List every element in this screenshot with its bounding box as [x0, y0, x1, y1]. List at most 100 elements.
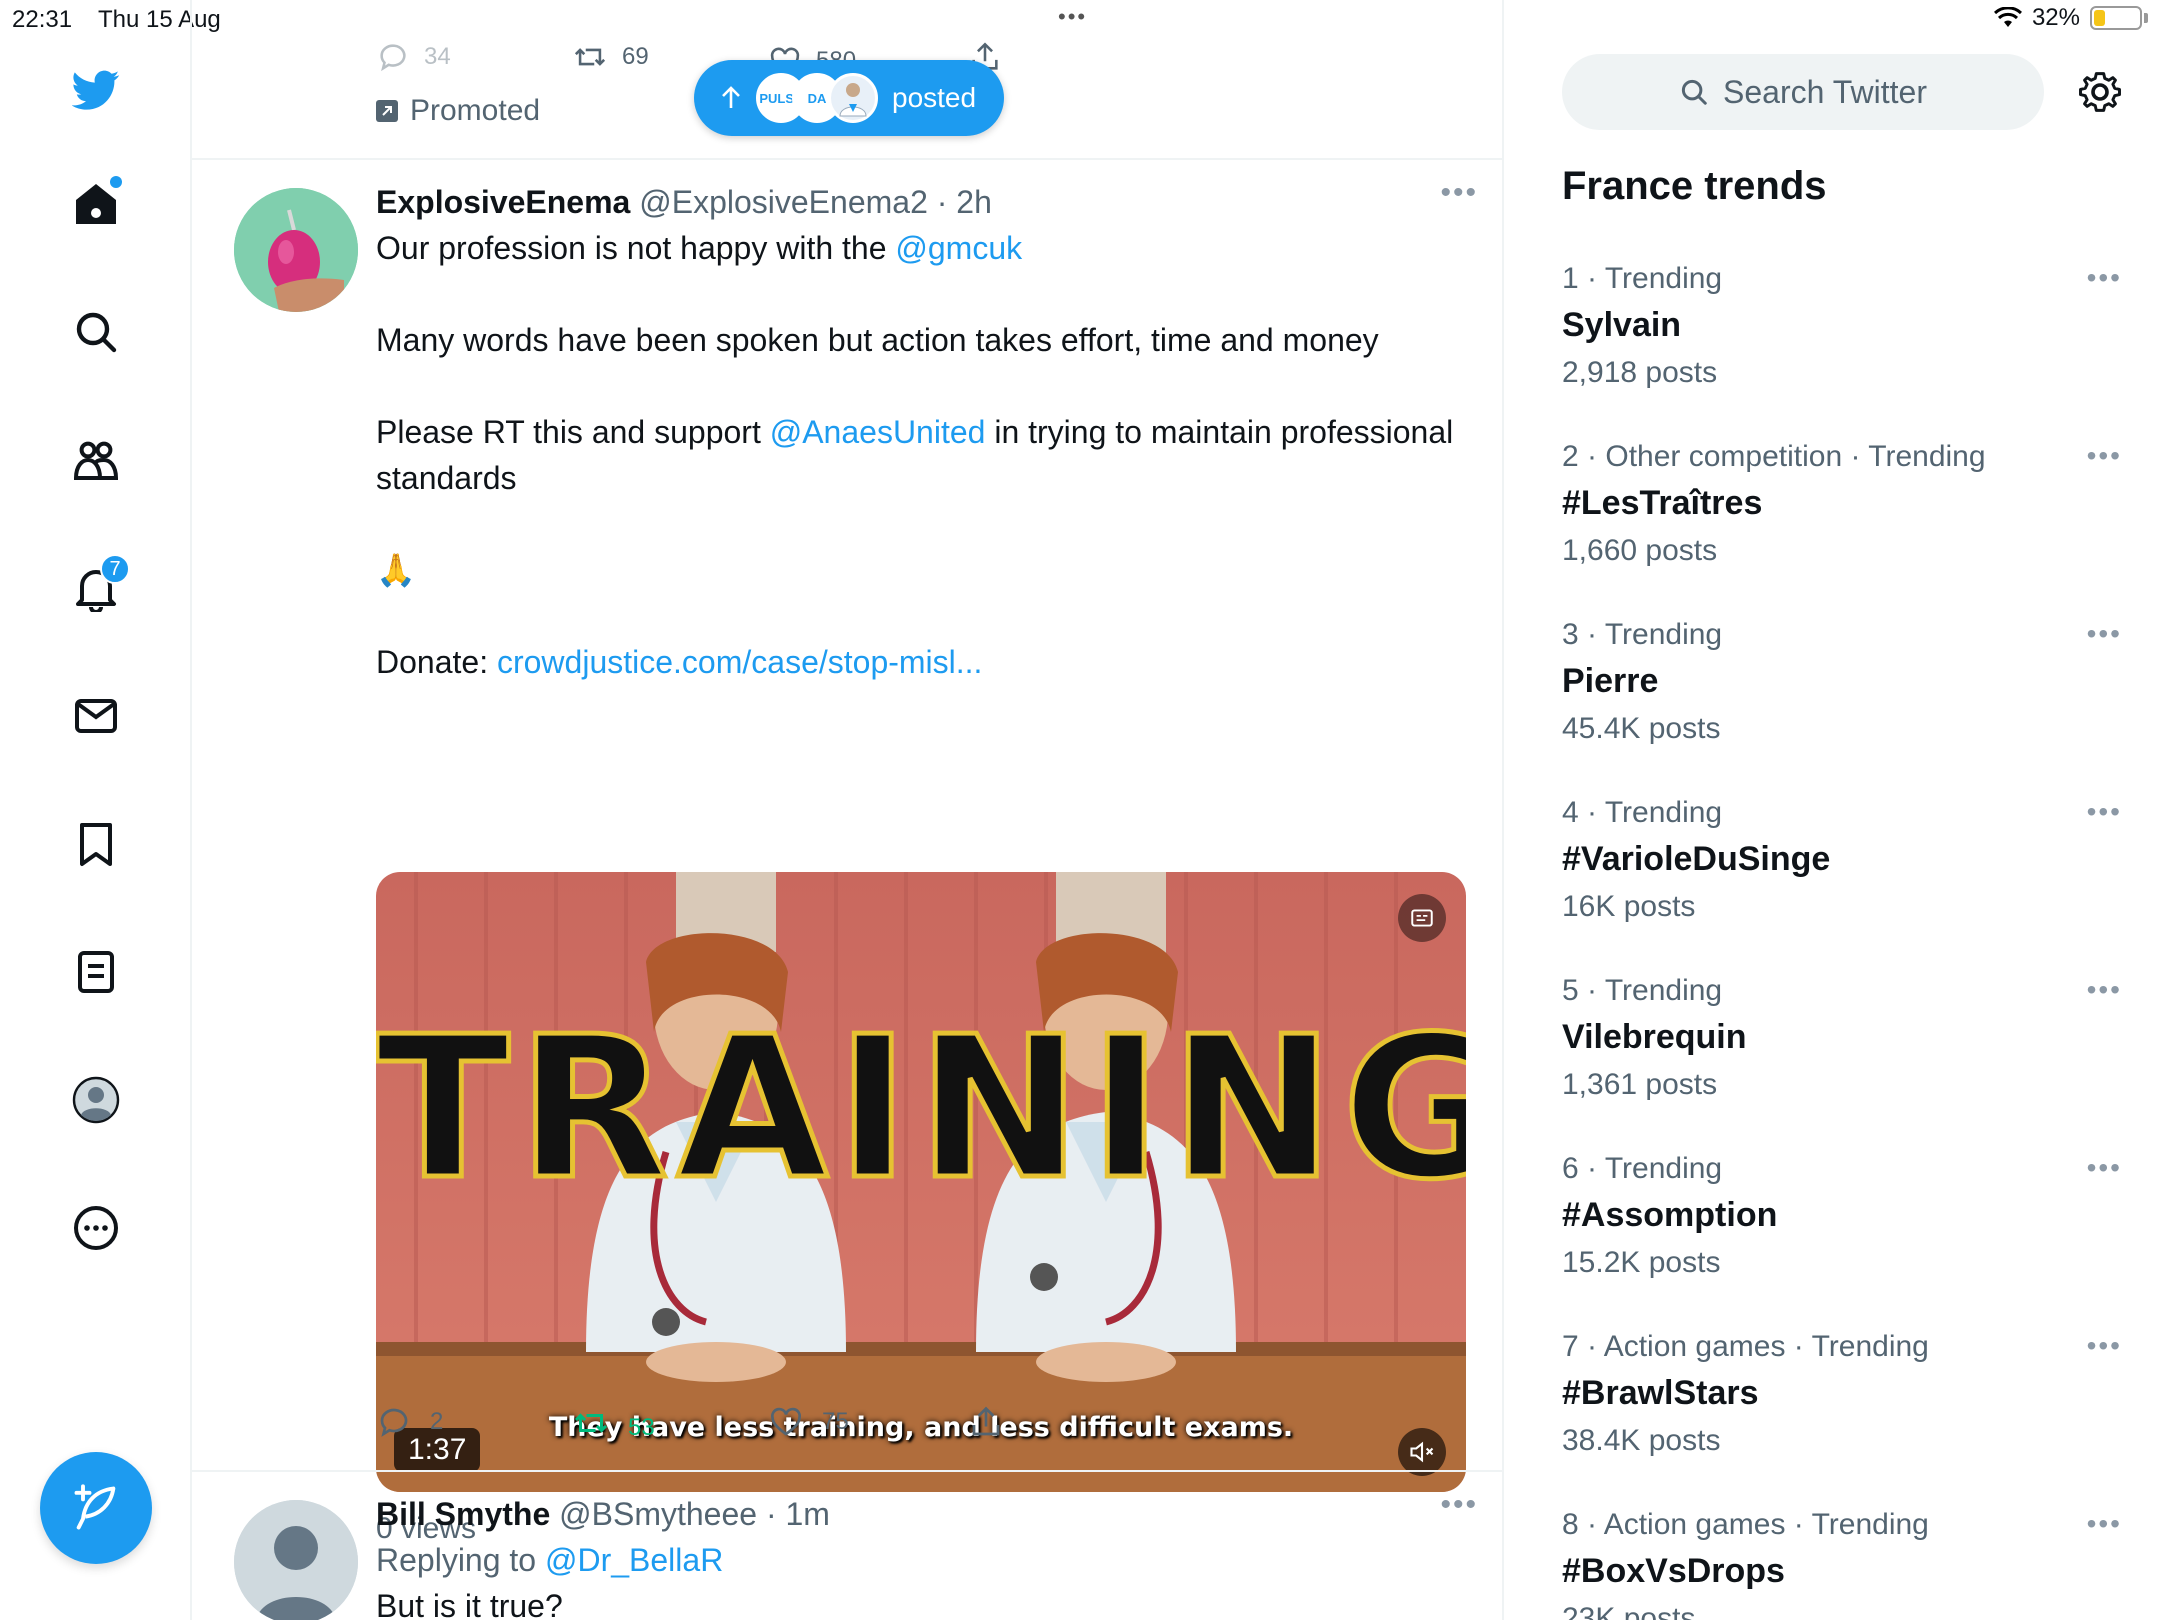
trend-more-button[interactable]: ••• — [2087, 262, 2122, 294]
avatar[interactable] — [234, 188, 358, 312]
compose-feather-icon — [74, 1484, 116, 1530]
search-box[interactable]: Search Twitter — [1562, 54, 2044, 130]
trend-item[interactable]: 3 · Trending Pierre 45.4K posts ••• — [1562, 618, 2122, 788]
reply-icon — [380, 1408, 408, 1437]
captions-button[interactable] — [1398, 894, 1446, 942]
like-button[interactable]: 75 — [768, 1404, 849, 1440]
tweet-donate-line: Donate: crowdjustice.com/case/stop-misl.… — [376, 639, 1466, 685]
avatar[interactable] — [234, 1500, 358, 1620]
trend-more-button[interactable]: ••• — [2087, 1508, 2122, 1540]
video-player[interactable]: TRAINING They have less training, and le… — [376, 872, 1466, 1492]
share-button[interactable] — [968, 1404, 1004, 1440]
author-handle[interactable]: @BSmytheee — [559, 1496, 757, 1532]
trend-context-text: Action games · Trending — [1603, 1508, 1929, 1541]
trend-item[interactable]: 8 · Action games · Trending #BoxVsDrops … — [1562, 1508, 2122, 1620]
search-icon — [1681, 79, 1707, 105]
trend-item[interactable]: 7 · Action games · Trending #BrawlStars … — [1562, 1330, 2122, 1500]
nav-lists[interactable] — [66, 942, 126, 1002]
promoted-label: Promoted — [376, 94, 540, 128]
trend-more-button[interactable]: ••• — [2087, 796, 2122, 828]
trend-context: 4 · Trending — [1562, 796, 1723, 829]
tweet-paragraph-2: Many words have been spoken but action t… — [376, 322, 1379, 358]
reply-button[interactable]: 2 — [376, 1404, 443, 1440]
like-count: 75 — [822, 1408, 849, 1435]
trend-rank: 1 — [1562, 262, 1579, 295]
trend-name: #LesTraîtres — [1562, 484, 1763, 522]
tweet[interactable]: ••• Bill Smythe @BSmytheee · 1m Replying… — [192, 1472, 1502, 1620]
posted-label: posted — [892, 82, 977, 113]
trend-name: #BrawlStars — [1562, 1374, 1759, 1412]
prev-retweet-button[interactable]: 69 — [572, 40, 649, 74]
trend-rank: 5 — [1562, 974, 1579, 1007]
retweet-icon — [574, 48, 606, 66]
twitter-logo[interactable] — [66, 60, 126, 120]
nav-messages[interactable] — [66, 686, 126, 746]
settings-button[interactable] — [2076, 68, 2124, 116]
trend-item[interactable]: 4 · Trending #VarioleDuSinge 16K posts •… — [1562, 796, 2122, 966]
tweet-header: Bill Smythe @BSmytheee · 1m — [376, 1496, 1466, 1533]
author-name[interactable]: Bill Smythe — [376, 1496, 550, 1532]
trend-count: 16K posts — [1562, 890, 1696, 923]
trend-rank: 8 — [1562, 1508, 1579, 1541]
trend-more-button[interactable]: ••• — [2087, 618, 2122, 650]
nav-home[interactable] — [66, 174, 126, 234]
trend-context-text: Trending — [1604, 618, 1723, 651]
pill-avatar — [828, 73, 878, 123]
trend-more-button[interactable]: ••• — [2087, 1330, 2122, 1362]
nav-profile[interactable] — [66, 1070, 126, 1130]
retweet-icon — [574, 1413, 608, 1433]
reply-icon — [380, 44, 406, 72]
new-posts-pill[interactable]: PULSE DA posted — [694, 60, 1004, 136]
mention-link[interactable]: @gmcuk — [895, 230, 1022, 266]
tweet-time[interactable]: 1m — [786, 1496, 830, 1532]
lists-icon — [78, 951, 114, 993]
timeline[interactable]: 34 69 580 Promoted PULSE DA posted — [192, 0, 1504, 1620]
twitter-bird-icon — [72, 70, 120, 110]
trend-context: 2 · Other competition · Trending — [1562, 440, 1986, 473]
search-placeholder: Search Twitter — [1723, 73, 1927, 110]
nav-notifications[interactable]: 7 — [66, 554, 130, 618]
nav-bookmarks[interactable] — [66, 814, 126, 874]
trend-item[interactable]: 6 · Trending #Assomption 15.2K posts ••• — [1562, 1152, 2122, 1322]
trend-rank: 6 — [1562, 1152, 1579, 1185]
trend-more-button[interactable]: ••• — [2087, 1152, 2122, 1184]
trend-count: 2,918 posts — [1562, 356, 1718, 389]
retweet-button[interactable]: 53 — [572, 1404, 655, 1442]
notifications-badge: 7 — [100, 554, 130, 584]
trend-context-text: Other competition · Trending — [1605, 440, 1986, 473]
author-name[interactable]: ExplosiveEnema — [376, 184, 630, 220]
tweet-time[interactable]: 2h — [956, 184, 992, 220]
trend-more-button[interactable]: ••• — [2087, 974, 2122, 1006]
bookmark-icon — [80, 823, 112, 866]
trend-count: 23K posts — [1562, 1602, 1696, 1620]
muted-speaker-icon — [1410, 1441, 1434, 1463]
trend-rank: 3 — [1562, 618, 1579, 651]
trend-item[interactable]: 5 · Trending Vilebrequin 1,361 posts ••• — [1562, 974, 2122, 1144]
prev-reply-button[interactable]: 34 — [376, 40, 451, 74]
right-sidebar: Search Twitter France trends 1 · Trendin… — [1506, 0, 2160, 1620]
trend-name: Sylvain — [1562, 306, 1682, 344]
nav-more[interactable] — [66, 1198, 126, 1258]
retweet-count: 53 — [628, 1414, 655, 1441]
captions-icon — [1411, 909, 1433, 927]
nav-explore[interactable] — [66, 302, 126, 362]
mention-link[interactable]: @Dr_BellaR — [545, 1542, 723, 1578]
trend-item[interactable]: 2 · Other competition · Trending #LesTra… — [1562, 440, 2122, 610]
trend-more-button[interactable]: ••• — [2087, 440, 2122, 472]
donate-link[interactable]: crowdjustice.com/case/stop-misl... — [497, 644, 982, 680]
author-handle[interactable]: @ExplosiveEnema2 — [639, 184, 928, 220]
tweet-text: Our profession is not happy with the @gm… — [376, 225, 1466, 685]
trend-name: #VarioleDuSinge — [1562, 840, 1831, 878]
separator-dot: · — [757, 1496, 786, 1532]
tweet[interactable]: ••• ExplosiveEnema @ExplosiveEnema2 · 2h… — [192, 160, 1502, 1545]
trend-item[interactable]: 1 · Trending Sylvain 2,918 posts ••• — [1562, 262, 2122, 432]
mute-button[interactable] — [1398, 1428, 1446, 1476]
mention-link[interactable]: @AnaesUnited — [770, 414, 986, 450]
trend-context: 7 · Action games · Trending — [1562, 1330, 1929, 1363]
trends-title: France trends — [1562, 164, 1827, 208]
nav-communities[interactable] — [66, 430, 126, 490]
compose-tweet-button[interactable] — [40, 1452, 152, 1564]
more-icon — [74, 1206, 118, 1250]
trend-context: 1 · Trending — [1562, 262, 1723, 295]
text-span: Donate: — [376, 644, 497, 680]
